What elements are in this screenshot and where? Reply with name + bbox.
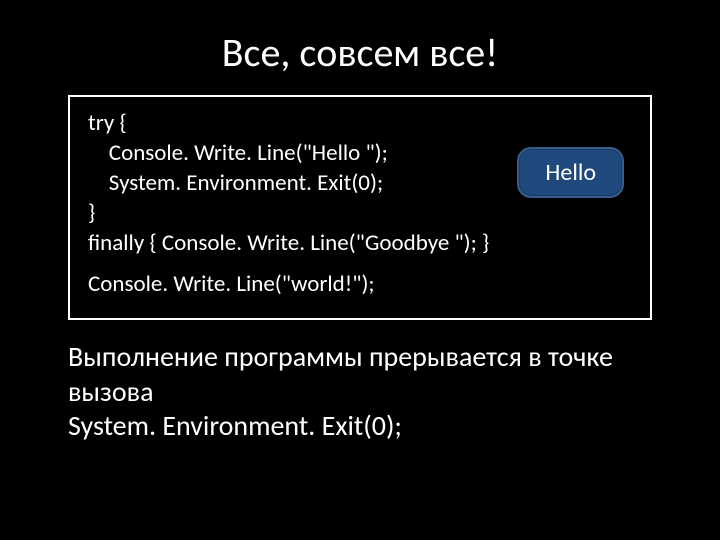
description-line: System. Environment. Exit(0); — [68, 409, 652, 443]
blank-line — [88, 258, 632, 270]
page-title: Все, совсем все! — [48, 28, 672, 77]
code-line: finally { Console. Write. Line("Goodbye … — [88, 229, 632, 259]
code-line: } — [88, 199, 632, 229]
description-line: Выполнение программы прерывается в точке… — [68, 340, 652, 408]
output-callout: Hello — [517, 147, 624, 198]
code-line: Console. Write. Line("world!"); — [88, 270, 632, 300]
code-box: try { Console. Write. Line("Hello "); Sy… — [68, 95, 652, 320]
code-line: try { — [88, 109, 632, 139]
slide: Все, совсем все! try { Console. Write. L… — [0, 0, 720, 540]
description: Выполнение программы прерывается в точке… — [68, 340, 652, 442]
